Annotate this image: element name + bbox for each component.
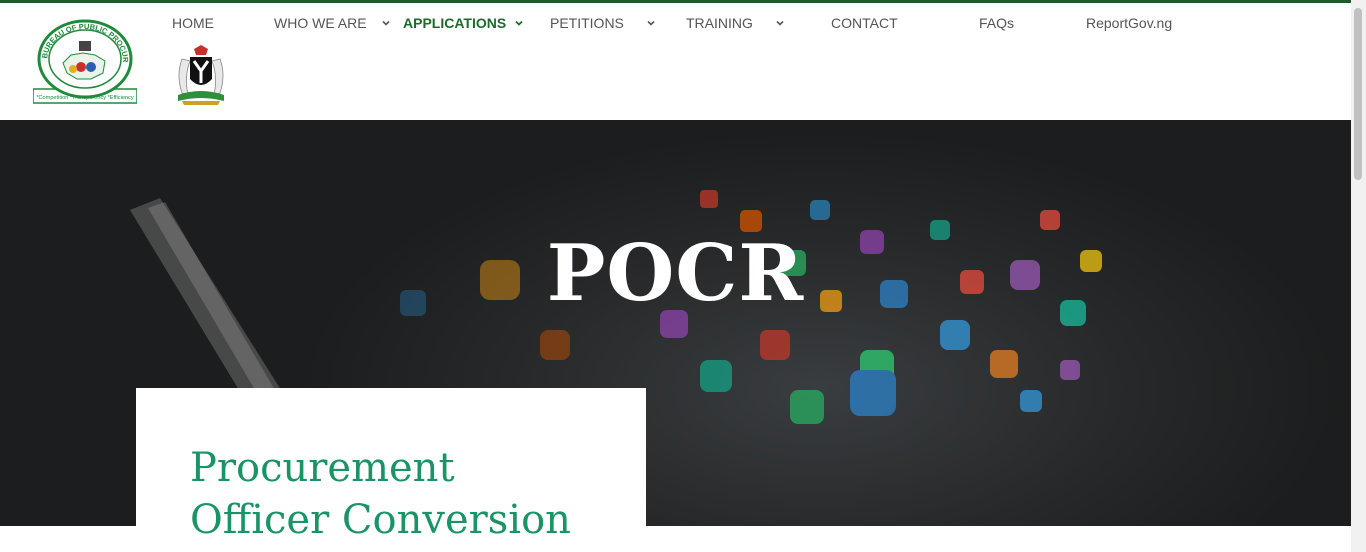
nav-petitions[interactable]: PETITIONS (550, 15, 656, 31)
nav-reportgov-label: ReportGov.ng (1086, 15, 1173, 31)
chevron-down-icon (515, 20, 523, 26)
nav-applications-label: APPLICATIONS (403, 15, 507, 31)
bpp-logo-icon[interactable]: BUREAU OF PUBLIC PROCUREMENT *Competitio… (33, 19, 137, 107)
nav-applications[interactable]: APPLICATIONS (403, 15, 524, 31)
nav-reportgov[interactable]: ReportGov.ng (1086, 15, 1172, 31)
intro-card: Procurement Officer Conversion (136, 388, 646, 552)
page-scrollbar[interactable] (1351, 0, 1366, 552)
nav-who-we-are-label: WHO WE ARE (274, 15, 367, 31)
hero-title: POCR (546, 228, 805, 319)
nav-contact[interactable]: CONTACT (831, 15, 898, 31)
nav-faqs-label: FAQs (979, 15, 1015, 31)
nav-faqs[interactable]: FAQs (979, 15, 1014, 31)
card-title-line-1: Procurement (190, 445, 455, 491)
chevron-down-icon (381, 20, 390, 26)
nav-training-label: TRAINING (686, 15, 753, 31)
nav-petitions-label: PETITIONS (550, 15, 624, 31)
site-header: BUREAU OF PUBLIC PROCUREMENT *Competitio… (0, 3, 1351, 120)
logo-motto: *Competition *Transparency *Efficiency (36, 95, 134, 101)
card-title: Procurement Officer Conversion (190, 442, 620, 546)
chevron-down-icon (647, 20, 655, 26)
nav-home-label: HOME (172, 15, 214, 31)
nav-home[interactable]: HOME (172, 15, 214, 31)
nigeria-coat-of-arms-icon (178, 45, 224, 105)
nav-who-we-are[interactable]: WHO WE ARE (274, 15, 391, 31)
chevron-down-icon (776, 20, 784, 26)
card-title-line-2: Officer Conversion (190, 497, 571, 543)
scrollbar-thumb[interactable] (1354, 8, 1362, 180)
nav-contact-label: CONTACT (831, 15, 898, 31)
nav-training[interactable]: TRAINING (686, 15, 785, 31)
